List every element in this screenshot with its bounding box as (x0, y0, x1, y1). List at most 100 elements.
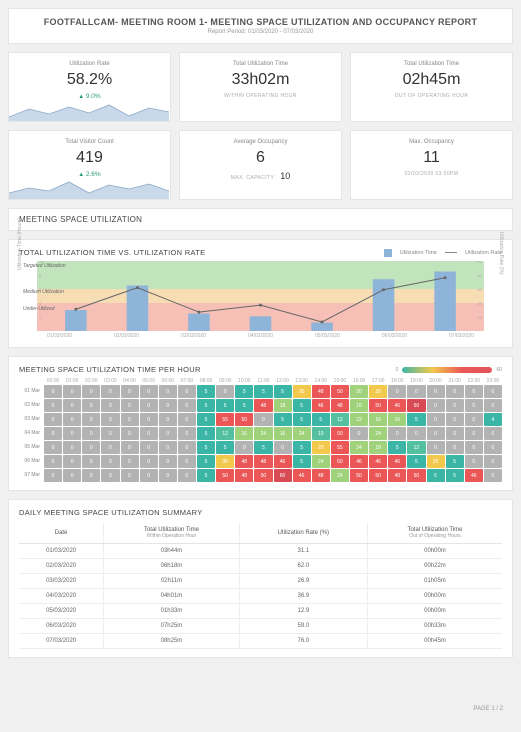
heatmap-cell: 0 (140, 385, 158, 398)
heatmap-cell: 48 (388, 469, 406, 482)
heatmap-cell: 0 (140, 469, 158, 482)
heatmap-cell: 0 (101, 413, 119, 426)
summary-table: DateTotal Utilization TimeWithin Operati… (19, 523, 502, 649)
heatmap-cell: 0 (121, 469, 139, 482)
table-cell: 06/03/2020 (19, 619, 104, 634)
table-row: 01/03/202003h44m31.100h00m (19, 544, 502, 559)
heatmap-cell: 5 (446, 469, 464, 482)
heatmap-cell: 5 (312, 413, 330, 426)
heatmap-cell: 5 (216, 441, 234, 454)
colorbar-min: 0 (396, 367, 399, 373)
heatmap-cell: 30 (293, 385, 311, 398)
heatmap-cell: 18 (274, 399, 292, 412)
heatmap-hour-label: 14:00 (312, 378, 330, 384)
combo-chart: 20406080100246810 (37, 261, 484, 331)
heatmap-cell: 0 (82, 455, 100, 468)
heatmap-day-label: 05 Mar (19, 441, 43, 454)
heatmap-cell: 0 (274, 441, 292, 454)
page-footer: PAGE 1 / 2 (8, 666, 513, 718)
table-cell: 76.0 (239, 634, 367, 649)
maxcap-label: MAX. CAPACITY (231, 175, 274, 181)
sparkline-icon (9, 99, 169, 121)
kpi-value: 419 (17, 149, 162, 167)
heatmap-cell: 48 (312, 469, 330, 482)
heatmap-cell: 5 (197, 469, 215, 482)
svg-text:80: 80 (477, 273, 482, 278)
kpi-visitor-count: Total Visitor Count 419 2.6% (8, 130, 171, 200)
heatmap-cell: 16 (350, 399, 368, 412)
heatmap-cell: 0 (82, 427, 100, 440)
heatmap-cell: 16 (274, 427, 292, 440)
heatmap-cell: 30 (216, 455, 234, 468)
y-axis-right-label: Utilization Rate (%) (498, 232, 504, 275)
table-cell: 04/03/2020 (19, 589, 104, 604)
heatmap-cell: 24 (254, 427, 272, 440)
heatmap-day-label: 06 Mar (19, 455, 43, 468)
heatmap-cell: 5 (293, 455, 311, 468)
heatmap-cell: 0 (484, 455, 502, 468)
heatmap-day-label: 03 Mar (19, 413, 43, 426)
heatmap-cell: 48 (331, 399, 349, 412)
heatmap-cell: 0 (446, 385, 464, 398)
heatmap-cell: 0 (427, 441, 445, 454)
heatmap-cell: 0 (101, 399, 119, 412)
table-cell: 02/03/2020 (19, 559, 104, 574)
table-cell: 02h11m (104, 574, 240, 589)
table-cell: 59.0 (239, 619, 367, 634)
heatmap-day-label: 02 Mar (19, 399, 43, 412)
x-axis-labels: 01/03/202002/03/202003/03/202004/03/2020… (19, 333, 502, 339)
heatmap-cell: 0 (446, 441, 464, 454)
heatmap-cell: 50 (331, 427, 349, 440)
heatmap-day-label: 01 Mar (19, 385, 43, 398)
heatmap-cell: 50 (331, 385, 349, 398)
heatmap-hour-label: 04:00 (121, 378, 139, 384)
heatmap-cell: 0 (159, 441, 177, 454)
heatmap-cell: 0 (446, 399, 464, 412)
heatmap-cell: 0 (216, 385, 234, 398)
heatmap-cell: 5 (197, 385, 215, 398)
heatmap-cell: 0 (178, 413, 196, 426)
heatmap-cell: 0 (101, 441, 119, 454)
table-cell: 00h00m (367, 604, 502, 619)
heatmap-cell: 0 (159, 385, 177, 398)
heatmap-cell: 24 (331, 469, 349, 482)
heatmap-cell: 0 (159, 427, 177, 440)
table-cell: 31.1 (239, 544, 367, 559)
table-row: 07/03/202008h25m76.000h45m (19, 634, 502, 649)
table-header: Total Utilization TimeWithin Operation H… (104, 523, 240, 544)
table-cell: 07h25m (104, 619, 240, 634)
kpi-label: Total Utilization Time (188, 61, 333, 67)
heatmap-cell: 0 (254, 413, 272, 426)
heatmap-cell: 0 (159, 413, 177, 426)
heatmap-cell: 5 (427, 469, 445, 482)
heatmap-cell: 46 (312, 399, 330, 412)
heatmap-cell: 5 (446, 455, 464, 468)
heatmap-cell: 12 (216, 427, 234, 440)
heatmap-cell: 5 (293, 441, 311, 454)
kpi-label: Total Utilization Time (359, 61, 504, 67)
heatmap-cell: 0 (427, 413, 445, 426)
table-row: 05/03/202001h33m12.900h00m (19, 604, 502, 619)
heatmap-cell: 5 (293, 399, 311, 412)
heatmap-cell: 50 (254, 469, 272, 482)
heatmap-cell: 0 (178, 441, 196, 454)
heatmap-cell: 0 (44, 469, 62, 482)
heatmap-cell: 33 (427, 455, 445, 468)
table-cell: 03/03/2020 (19, 574, 104, 589)
heatmap-cell: 0 (140, 441, 158, 454)
heatmap-hour-label: 18:00 (388, 378, 406, 384)
heatmap-hour-label: 09:00 (216, 378, 234, 384)
heatmap-day-label: 07 Mar (19, 469, 43, 482)
heatmap-cell: 0 (484, 441, 502, 454)
kpi-row-2: Total Visitor Count 419 2.6% Average Occ… (8, 130, 513, 200)
heatmap-cell: 48 (254, 399, 272, 412)
heatmap-cell: 0 (388, 385, 406, 398)
heatmap-cell: 0 (484, 469, 502, 482)
table-cell: 00h33m (367, 619, 502, 634)
heatmap-cell: 46 (369, 455, 387, 468)
table-header: Date (19, 523, 104, 544)
heatmap-cell: 0 (44, 413, 62, 426)
table-cell: 00h00m (367, 589, 502, 604)
heatmap-cell: 0 (82, 441, 100, 454)
heatmap-cell: 0 (63, 455, 81, 468)
